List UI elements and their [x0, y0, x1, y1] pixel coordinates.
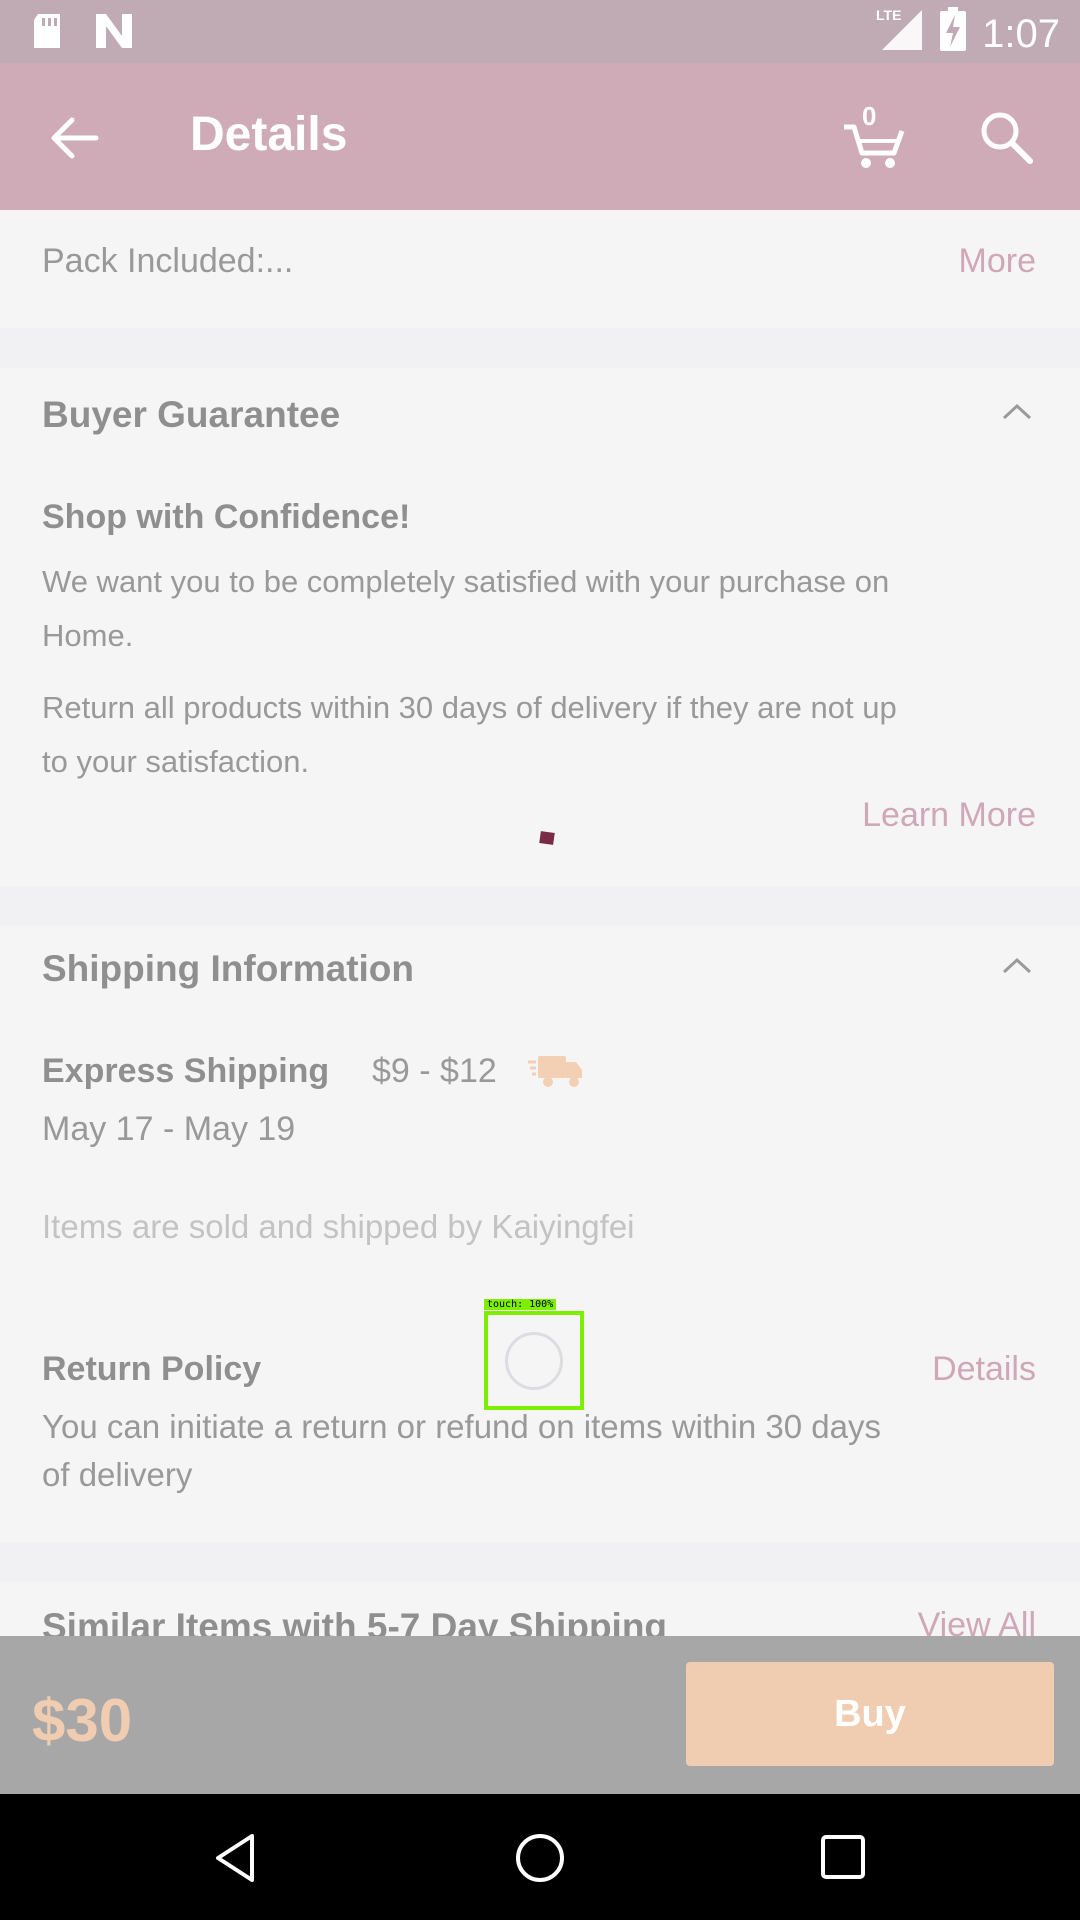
nav-back-icon[interactable]	[212, 1832, 258, 1889]
shipping-price-range: $9 - $12	[372, 1052, 497, 1090]
shop-with-confidence-heading: Shop with Confidence!	[42, 498, 411, 536]
nav-home-icon[interactable]	[514, 1832, 566, 1889]
navigation-bar	[0, 1794, 1080, 1920]
shipping-dates: May 17 - May 19	[42, 1110, 296, 1148]
shipping-information-heading: Shipping Information	[42, 948, 415, 989]
section-divider	[0, 886, 1080, 926]
learn-more-link[interactable]: Learn More	[862, 796, 1036, 835]
details-content[interactable]: Pack Included:... More Buyer Guarantee S…	[0, 210, 1080, 1636]
guarantee-text-line: We want you to be completely satisfied w…	[42, 564, 890, 599]
buy-button[interactable]: Buy	[686, 1662, 1054, 1766]
return-policy-details-link[interactable]: Details	[932, 1350, 1036, 1389]
svg-text:LTE: LTE	[876, 7, 901, 23]
more-link[interactable]: More	[959, 242, 1036, 281]
section-divider	[0, 1542, 1080, 1582]
guarantee-text-line: to your satisfaction.	[42, 744, 310, 779]
section-divider	[0, 328, 1080, 368]
return-policy-text: You can initiate a return or refund on i…	[42, 1408, 881, 1445]
touch-label: touch: 100%	[484, 1299, 557, 1310]
nav-recents-icon[interactable]	[820, 1834, 866, 1885]
similar-items-heading: Similar Items with 5-7 Day Shipping	[42, 1606, 668, 1636]
sd-card-icon	[30, 12, 64, 55]
loading-indicator	[539, 831, 555, 845]
price-label: $30	[32, 1687, 133, 1754]
clock: 1:07	[982, 11, 1060, 56]
delivery-truck-icon	[528, 1052, 584, 1095]
cart-count-badge: 0	[862, 101, 877, 131]
touch-point	[505, 1332, 563, 1390]
return-policy-heading: Return Policy	[42, 1350, 262, 1388]
seller-note: Items are sold and shipped by Kaiyingfei	[42, 1208, 635, 1245]
search-icon[interactable]	[976, 107, 1036, 167]
battery-charging-icon	[940, 7, 967, 61]
pack-included-text: Pack Included:...	[42, 242, 294, 280]
n-notification-icon	[94, 12, 134, 55]
app-bar: Details 0	[0, 63, 1080, 210]
back-arrow-icon[interactable]	[44, 108, 104, 168]
status-bar: LTE 1:07	[0, 0, 1080, 63]
express-shipping-label: Express Shipping	[42, 1052, 330, 1090]
chevron-up-icon[interactable]	[1000, 954, 1034, 983]
lte-signal-icon: LTE	[874, 6, 924, 62]
return-policy-text: of delivery	[42, 1456, 193, 1493]
page-title: Details	[190, 108, 348, 161]
chevron-up-icon[interactable]	[1000, 400, 1034, 429]
buyer-guarantee-heading: Buyer Guarantee	[42, 394, 341, 435]
bottom-bar: $30 Buy	[0, 1636, 1080, 1794]
view-all-link[interactable]: View All	[918, 1606, 1036, 1636]
guarantee-text-line: Home.	[42, 618, 134, 653]
guarantee-text-line: Return all products within 30 days of de…	[42, 690, 897, 725]
